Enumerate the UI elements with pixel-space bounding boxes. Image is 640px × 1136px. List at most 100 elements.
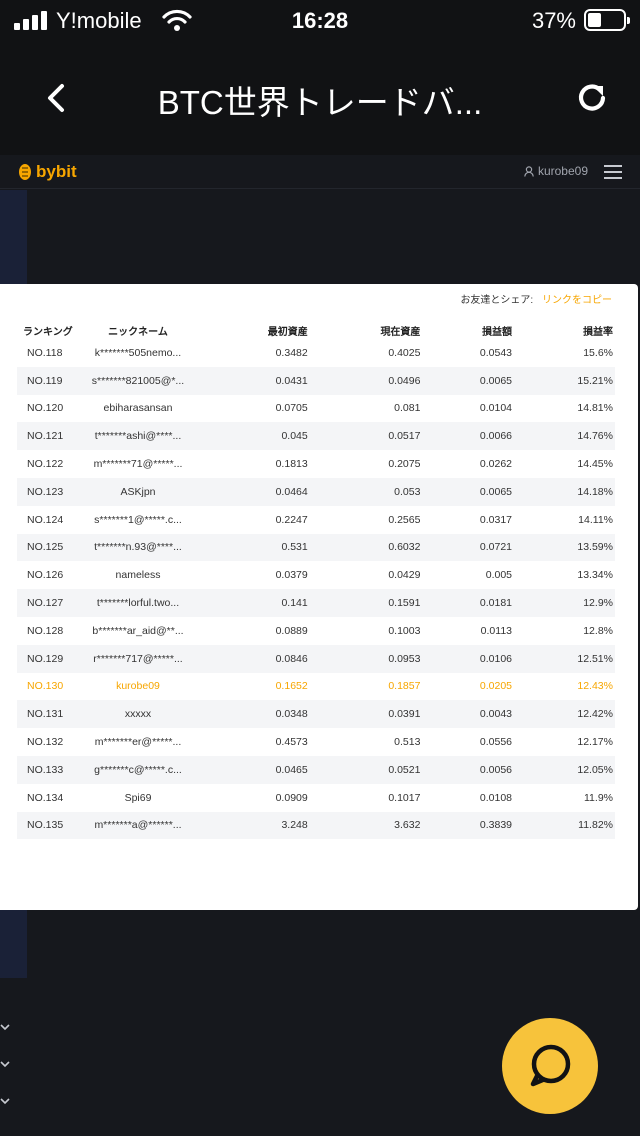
cell-initial-assets: 0.0431 bbox=[197, 366, 310, 395]
table-row: NO.132 m*******er@*****... 0.4573 0.513 0.05… bbox=[17, 728, 615, 756]
cell-nickname: s*******1@*****.c... bbox=[94, 513, 182, 526]
table-body: NO.118 k*******505nemo... 0.3482 0.4025 0.05… bbox=[17, 339, 615, 840]
share-row: お友達とシェア: リンクをコピー bbox=[460, 291, 612, 306]
table-row: NO.133 g*******c@*****.c... 0.0465 0.0521 0.… bbox=[17, 755, 615, 784]
username: kurobe09 bbox=[537, 164, 588, 178]
cell-pnl-amount: 0.0113 bbox=[480, 624, 513, 637]
chat-button[interactable] bbox=[502, 1018, 598, 1114]
cell-rank: NO.122 bbox=[27, 458, 64, 471]
cell-initial-assets: 0.531 bbox=[197, 533, 310, 562]
cell-pnl-rate: 14.18% bbox=[514, 477, 615, 506]
table-row: NO.119 s*******821005@*... 0.0431 0.0496 0.0… bbox=[17, 366, 615, 395]
table-row: NO.135 m*******a@******... 3.248 3.632 0.383… bbox=[17, 811, 615, 840]
cell-current-assets: 0.0521 bbox=[309, 755, 423, 784]
cell-pnl-rate: 12.51% bbox=[514, 644, 615, 673]
user-account-link[interactable]: kurobe09 bbox=[524, 164, 588, 178]
cell-rank: NO.127 bbox=[17, 589, 79, 617]
cell-rank: NO.130 bbox=[27, 680, 64, 693]
table-row: NO.124 s*******1@*****.c... 0.2247 0.2565 0.… bbox=[17, 506, 615, 534]
chevron-down-icon[interactable] bbox=[0, 1094, 12, 1108]
cell-nickname: ASKjpn bbox=[79, 477, 197, 506]
cell-current-assets: 3.632 bbox=[309, 811, 423, 840]
web-view: bybit kurobe09 お友達とシェア: リンクをコピー ランキング ニッ… bbox=[0, 155, 640, 1136]
cell-pnl-amount: 0.0065 bbox=[422, 477, 515, 506]
cell-current-assets: 0.0429 bbox=[388, 569, 421, 582]
cell-initial-assets: 0.0889 bbox=[275, 624, 308, 637]
table-row: NO.126 nameless 0.0379 0.0429 0.005 13.34% bbox=[17, 561, 615, 589]
cell-pnl-amount: 0.0543 bbox=[479, 346, 513, 359]
cell-initial-assets: 0.3482 bbox=[275, 346, 308, 359]
battery-icon bbox=[584, 9, 630, 31]
cell-initial-assets: 0.0909 bbox=[275, 791, 308, 804]
status-bar: Y!mobile 16:28 37% bbox=[0, 0, 640, 40]
header-rank: ランキング bbox=[23, 326, 73, 338]
cell-pnl-amount: 0.0205 bbox=[479, 680, 513, 693]
cell-pnl-amount: 0.0262 bbox=[479, 458, 513, 471]
cell-current-assets: 0.0391 bbox=[309, 700, 423, 729]
cell-initial-assets: 0.141 bbox=[197, 589, 310, 617]
cell-current-assets: 0.6032 bbox=[309, 533, 423, 562]
site-header: bybit kurobe09 bbox=[0, 155, 640, 189]
cell-pnl-rate: 12.05% bbox=[514, 755, 615, 784]
cell-pnl-rate: 13.34% bbox=[577, 569, 613, 582]
cell-pnl-rate: 12.9% bbox=[514, 589, 615, 617]
cell-current-assets: 0.081 bbox=[394, 402, 421, 415]
cell-current-assets: 0.1591 bbox=[309, 589, 423, 617]
chat-bubble-icon bbox=[530, 1044, 571, 1087]
cell-pnl-rate: 14.11% bbox=[578, 513, 613, 526]
back-button[interactable] bbox=[36, 76, 80, 120]
table-row: NO.123 ASKjpn 0.0464 0.053 0.0065 14.18% bbox=[17, 477, 615, 506]
cell-pnl-amount: 0.0317 bbox=[479, 513, 513, 526]
cell-rank: NO.121 bbox=[17, 422, 79, 451]
app-screen: Y!mobile 16:28 37% BTC世界トレードバ... bybit k… bbox=[0, 0, 640, 1136]
cell-initial-assets: 0.0348 bbox=[197, 700, 310, 729]
cell-pnl-rate: 12.8% bbox=[583, 624, 613, 637]
cell-pnl-amount: 0.0721 bbox=[422, 533, 515, 562]
table-row: NO.121 t*******ashi@****... 0.045 0.0517 0.0… bbox=[17, 422, 615, 451]
cell-pnl-amount: 0.0181 bbox=[422, 589, 515, 617]
cell-nickname: m*******71@*****... bbox=[93, 458, 183, 471]
cell-current-assets: 0.1003 bbox=[388, 624, 421, 637]
cell-pnl-amount: 0.0104 bbox=[479, 402, 513, 415]
cell-initial-assets: 0.4573 bbox=[275, 736, 308, 749]
cell-initial-assets: 0.045 bbox=[197, 422, 310, 451]
table-row: NO.134 Spi69 0.0909 0.1017 0.0108 11.9% bbox=[17, 784, 615, 812]
sidebar-strip bbox=[0, 190, 27, 284]
cell-rank: NO.134 bbox=[27, 791, 64, 804]
cell-nickname: Spi69 bbox=[124, 791, 152, 804]
cell-pnl-rate: 13.59% bbox=[514, 533, 615, 562]
chevron-down-icon[interactable] bbox=[0, 1057, 12, 1071]
battery-percent: 37% bbox=[531, 8, 576, 33]
collapsed-sections bbox=[0, 1020, 18, 1131]
copy-link-button[interactable]: リンクをコピー bbox=[542, 295, 612, 306]
hamburger-menu-icon[interactable] bbox=[604, 165, 622, 179]
cell-rank: NO.119 bbox=[17, 366, 79, 395]
table-row: NO.129 r*******717@*****... 0.0846 0.0953 0.… bbox=[17, 644, 615, 673]
cell-current-assets: 0.2075 bbox=[388, 458, 421, 471]
cell-initial-assets: 3.248 bbox=[197, 811, 310, 840]
reload-button[interactable] bbox=[570, 76, 614, 120]
cell-pnl-rate: 12.17% bbox=[577, 736, 613, 749]
cell-pnl-amount: 0.0065 bbox=[422, 366, 515, 395]
cell-rank: NO.128 bbox=[27, 624, 64, 637]
cell-pnl-rate: 14.76% bbox=[514, 422, 615, 451]
cell-nickname: t*******n.93@****... bbox=[79, 533, 197, 562]
cell-nickname: kurobe09 bbox=[116, 680, 160, 693]
bybit-logo[interactable]: bybit bbox=[18, 161, 77, 183]
cell-nickname: g*******c@*****.c... bbox=[79, 755, 197, 784]
cell-pnl-amount: 0.005 bbox=[485, 569, 513, 582]
bybit-logo-icon bbox=[19, 164, 31, 180]
cell-rank: NO.132 bbox=[27, 736, 64, 749]
cell-current-assets: 0.0496 bbox=[309, 366, 423, 395]
cell-nickname: t*******lorful.two... bbox=[79, 589, 197, 617]
cell-rank: NO.124 bbox=[27, 513, 64, 526]
cell-initial-assets: 0.0705 bbox=[275, 402, 308, 415]
cell-rank: NO.120 bbox=[27, 402, 64, 415]
cell-initial-assets: 0.0465 bbox=[197, 755, 310, 784]
cell-current-assets: 0.1857 bbox=[388, 680, 421, 693]
header-nickname: ニックネーム bbox=[108, 326, 168, 338]
cell-rank: NO.133 bbox=[17, 755, 79, 784]
chevron-down-icon[interactable] bbox=[0, 1020, 12, 1034]
cell-nickname: r*******717@*****... bbox=[79, 644, 197, 673]
cell-rank: NO.123 bbox=[17, 477, 79, 506]
